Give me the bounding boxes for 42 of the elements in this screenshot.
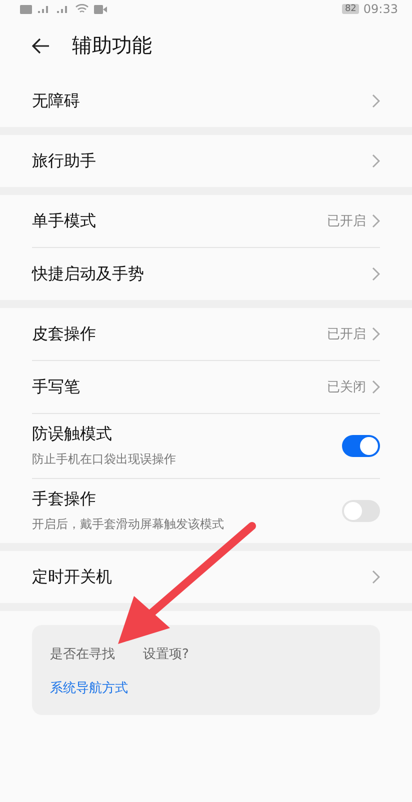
settings-row[interactable]: 手写笔 已关闭 xyxy=(32,361,380,414)
navigation-link[interactable]: 系统导航方式 xyxy=(50,681,128,696)
hd-icon xyxy=(20,4,32,14)
settings-row[interactable]: 皮套操作 已开启 xyxy=(32,308,380,361)
setting-label: 旅行助手 xyxy=(32,150,97,172)
battery-level: 82 xyxy=(342,4,360,14)
suggestion-text: 是否在寻找 xyxy=(50,646,115,663)
setting-label: 快捷启动及手势 xyxy=(32,264,145,284)
chevron-right-icon xyxy=(372,327,380,341)
setting-label: 防误触模式 xyxy=(32,424,113,445)
page-title: 辅助功能 xyxy=(72,32,152,59)
setting-description: 开启后，戴手套滑动屏幕触发该模式 xyxy=(32,516,225,533)
settings-row[interactable]: 无障碍 xyxy=(32,75,380,127)
chevron-right-icon xyxy=(372,154,380,168)
toggle-switch[interactable] xyxy=(342,500,380,522)
settings-row[interactable]: 单手模式 已开启 xyxy=(32,195,380,248)
chevron-right-icon xyxy=(372,267,380,281)
video-camera-icon xyxy=(94,4,107,14)
settings-row[interactable]: 旅行助手 xyxy=(32,135,380,187)
setting-description: 防止手机在口袋出现误操作 xyxy=(32,451,177,468)
signal-icon xyxy=(37,4,51,14)
chevron-right-icon xyxy=(372,94,380,108)
settings-row[interactable]: 快捷启动及手势 xyxy=(32,248,380,300)
setting-status: 已开启 xyxy=(327,213,366,230)
clock: 09:33 xyxy=(363,2,398,16)
chevron-right-icon xyxy=(372,570,380,584)
suggestion-text: 设置项? xyxy=(143,646,189,663)
chevron-right-icon xyxy=(372,380,380,394)
wifi-icon xyxy=(75,4,89,14)
setting-label: 手写笔 xyxy=(32,376,81,398)
back-arrow-icon[interactable] xyxy=(32,38,50,54)
setting-label: 单手模式 xyxy=(32,210,97,232)
settings-row[interactable]: 定时开关机 xyxy=(32,551,380,603)
setting-status: 已关闭 xyxy=(327,379,366,396)
chevron-right-icon xyxy=(372,214,380,228)
setting-label: 无障碍 xyxy=(32,90,81,112)
setting-label: 定时开关机 xyxy=(32,566,113,588)
setting-status: 已开启 xyxy=(327,326,366,343)
toggle-switch[interactable] xyxy=(342,435,380,457)
signal-icon xyxy=(56,4,70,14)
setting-label: 手套操作 xyxy=(32,489,97,510)
setting-label: 皮套操作 xyxy=(32,324,97,344)
